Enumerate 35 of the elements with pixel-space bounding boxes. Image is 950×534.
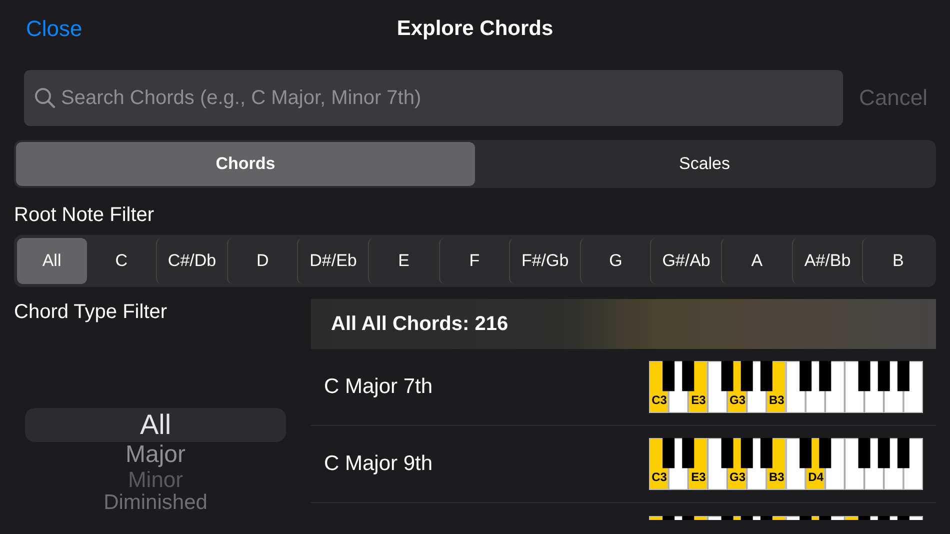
note-label: E3 xyxy=(690,470,707,484)
mode-tab[interactable]: Chords xyxy=(16,142,475,186)
section-heading: Root Note Filter xyxy=(14,204,156,227)
root-note-option[interactable]: B xyxy=(862,238,933,284)
root-note-option[interactable]: G#/Ab xyxy=(650,238,722,284)
root-note-option[interactable]: C xyxy=(86,238,156,284)
chord-name: C Major 7th xyxy=(324,375,433,399)
root-note-option[interactable]: F#/Gb xyxy=(509,238,580,284)
note-label: C3 xyxy=(650,393,668,407)
mode-tab[interactable]: Scales xyxy=(475,142,934,186)
note-label: C3 xyxy=(650,470,668,484)
note-label: G3 xyxy=(728,393,747,407)
chord-type-option[interactable]: All xyxy=(25,408,286,442)
note-label: D4 xyxy=(807,470,824,484)
root-note-option[interactable]: E xyxy=(368,238,439,284)
root-note-option[interactable]: G xyxy=(580,238,650,284)
search-icon xyxy=(34,87,56,109)
root-note-option[interactable]: A xyxy=(721,238,792,284)
list-header: All All Chords: 216 xyxy=(311,299,936,349)
note-label: E3 xyxy=(690,393,707,407)
search-field[interactable]: Search Chords (e.g., C Major, Minor 7th) xyxy=(24,70,843,126)
note-label: B3 xyxy=(768,470,786,484)
chord-name: C Major 9th xyxy=(324,452,433,476)
screen-title: Explore Chords xyxy=(396,17,554,41)
note-label: G3 xyxy=(728,470,747,484)
chord-type-option[interactable]: Major xyxy=(125,442,186,468)
root-note-option[interactable]: All xyxy=(17,238,87,284)
root-note-option[interactable]: C#/Db xyxy=(156,238,227,284)
root-note-option[interactable]: D xyxy=(226,238,298,284)
section-heading: Chord Type Filter xyxy=(14,301,168,324)
root-note-option[interactable]: D#/Eb xyxy=(297,238,368,284)
root-note-option[interactable]: F xyxy=(438,238,510,284)
note-label: B3 xyxy=(768,393,786,407)
close-button[interactable]: Close xyxy=(26,16,82,42)
root-note-option[interactable]: A#/Bb xyxy=(792,238,862,284)
